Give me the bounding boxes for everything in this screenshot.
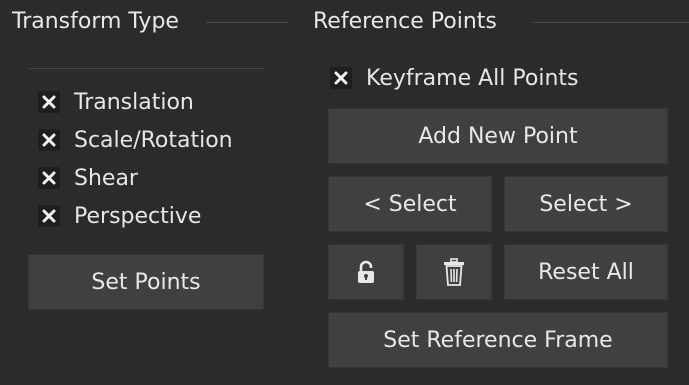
- lock-icon: [358, 260, 374, 283]
- option-perspective[interactable]: Perspective: [38, 198, 233, 234]
- transform-type-divider: [29, 68, 264, 69]
- trash-icon: [444, 258, 464, 286]
- lock-button[interactable]: [328, 244, 404, 300]
- perspective-checkbox[interactable]: [38, 205, 60, 227]
- translation-checkbox[interactable]: [38, 91, 60, 113]
- check-x-icon: [42, 95, 56, 109]
- reference-points-title: Reference Points: [313, 9, 497, 34]
- check-x-icon: [334, 71, 348, 85]
- delete-point-button[interactable]: [416, 244, 492, 300]
- keyframe-all-points-checkbox[interactable]: [330, 67, 352, 89]
- check-x-icon: [42, 133, 56, 147]
- translation-label: Translation: [74, 89, 194, 115]
- option-translation[interactable]: Translation: [38, 84, 233, 120]
- check-x-icon: [42, 209, 56, 223]
- reset-all-button[interactable]: Reset All: [504, 244, 668, 300]
- keyframe-all-points-option[interactable]: Keyframe All Points: [330, 60, 578, 96]
- select-previous-button[interactable]: < Select: [328, 176, 492, 232]
- set-points-button[interactable]: Set Points: [28, 254, 264, 310]
- check-x-icon: [42, 171, 56, 185]
- option-shear[interactable]: Shear: [38, 160, 233, 196]
- transform-type-title: Transform Type: [12, 9, 179, 34]
- reference-points-title-rule: [533, 22, 689, 23]
- scale-rotation-label: Scale/Rotation: [74, 127, 233, 153]
- keyframe-all-points-label: Keyframe All Points: [366, 65, 579, 91]
- transform-options-list: Translation Scale/Rotation Shear Perspec…: [38, 84, 233, 234]
- shear-label: Shear: [74, 165, 138, 191]
- set-reference-frame-button[interactable]: Set Reference Frame: [328, 312, 668, 368]
- option-scale-rotation[interactable]: Scale/Rotation: [38, 122, 233, 158]
- perspective-label: Perspective: [74, 203, 202, 229]
- shear-checkbox[interactable]: [38, 167, 60, 189]
- transform-type-title-rule: [206, 22, 288, 23]
- select-next-button[interactable]: Select >: [504, 176, 668, 232]
- scale-rotation-checkbox[interactable]: [38, 129, 60, 151]
- add-new-point-button[interactable]: Add New Point: [328, 108, 668, 164]
